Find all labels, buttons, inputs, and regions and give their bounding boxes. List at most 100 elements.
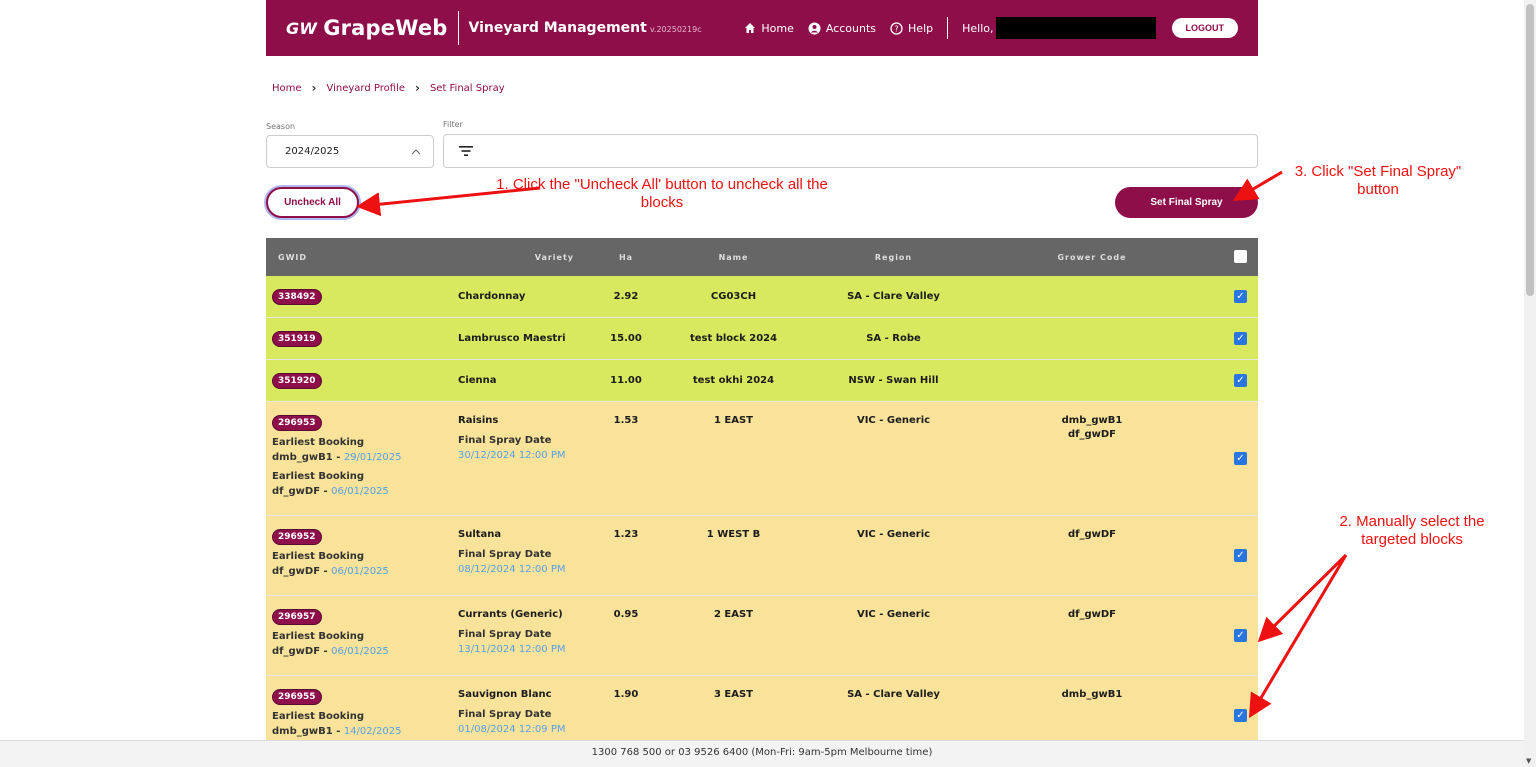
logo[interactable]: GW GrapeWeb: [286, 16, 448, 40]
row-checkbox[interactable]: ✓: [1234, 629, 1247, 642]
ha-cell: 1.90: [613, 689, 639, 700]
earliest-booking-label: Earliest Booking: [272, 437, 365, 448]
page: GW GrapeWeb Vineyard Management v.2025021…: [0, 0, 1536, 767]
name-cell: test block 2024: [689, 333, 778, 344]
row-checkbox[interactable]: ✓: [1234, 452, 1247, 465]
gwid-badge[interactable]: 338492: [272, 288, 322, 305]
account-icon: [808, 22, 821, 34]
nav-home-label: Home: [761, 21, 794, 35]
filter-input[interactable]: [443, 134, 1258, 168]
nav-home[interactable]: Home: [744, 21, 794, 35]
earliest-booking-label: Earliest Booking: [272, 711, 365, 722]
breadcrumb-vineyard-profile[interactable]: Vineyard Profile: [326, 83, 405, 94]
gwid-badge[interactable]: 296955: [272, 689, 322, 705]
variety-cell: Lambrusco Maestri: [458, 333, 566, 344]
arrow-to-checkbox-3east: [1248, 554, 1348, 719]
earliest-booking-value: df_gwDF - 06/01/2025: [272, 566, 389, 577]
name-cell: CG03CH: [710, 291, 757, 302]
set-final-spray-button[interactable]: Set Final Spray: [1115, 187, 1258, 218]
table-row[interactable]: 296953 Earliest Booking dmb_gwB1 - 29/01…: [266, 402, 1258, 516]
scroll-down-arrow-icon[interactable]: ▼: [1526, 757, 1531, 765]
col-header-gwid: GWID: [278, 252, 308, 262]
region-cell: SA - Clare Valley: [847, 291, 940, 302]
gwid-badge[interactable]: 296957: [272, 609, 322, 625]
nav-separator: [947, 17, 949, 39]
row-checkbox[interactable]: ✓: [1234, 290, 1247, 303]
row-checkbox[interactable]: ✓: [1234, 549, 1247, 562]
nav-accounts[interactable]: Accounts: [808, 22, 876, 35]
final-spray-date: 08/12/2024 12:00 PM: [458, 564, 566, 575]
breadcrumb-set-final-spray: Set Final Spray: [429, 82, 505, 94]
nav-help[interactable]: ? Help: [890, 22, 933, 35]
table-header: GWID Variety Ha Name Region Grower Code: [266, 238, 1258, 276]
header-divider: [457, 11, 459, 45]
ha-cell: 2.92: [613, 291, 639, 302]
table-row[interactable]: 296952 Earliest Booking df_gwDF - 06/01/…: [266, 516, 1258, 596]
logout-button[interactable]: LOGOUT: [1171, 18, 1238, 38]
logo-text: GrapeWeb: [323, 16, 448, 40]
filter-label: Filter: [443, 120, 463, 129]
earliest-booking-label: Earliest Booking: [272, 471, 365, 482]
row-checkbox[interactable]: ✓: [1234, 332, 1247, 345]
row-checkbox[interactable]: ✓: [1234, 374, 1247, 387]
col-header-region: Region: [874, 252, 913, 262]
name-cell: 1 EAST: [713, 415, 754, 426]
blocks-table: GWID Variety Ha Name Region Grower Code …: [266, 238, 1258, 756]
earliest-booking-value: dmb_gwB1 - 14/02/2025: [272, 726, 402, 737]
variety-cell: Sultana: [458, 529, 502, 540]
earliest-booking-value: dmb_gwB1 - 29/01/2025: [272, 452, 402, 463]
gwid-badge[interactable]: 296952: [272, 529, 322, 545]
page-scrollbar[interactable]: ▼: [1524, 0, 1536, 767]
top-nav: Home Accounts ? Help Hello, LOGOUT: [744, 17, 1238, 39]
table-row[interactable]: 338492 Chardonnay 2.92 CG03CH SA - Clare…: [266, 276, 1258, 318]
region-cell: SA - Clare Valley: [847, 689, 940, 700]
col-header-grower-code: Grower Code: [1057, 252, 1127, 262]
grower-code-cell: dmb_gwB1: [1061, 415, 1123, 426]
grower-code-cell: dmb_gwB1: [1061, 689, 1123, 700]
uncheck-all-button[interactable]: Uncheck All: [266, 187, 359, 218]
name-cell: 2 EAST: [713, 609, 754, 620]
annotation-step-2: 2. Manually select the targeted blocks: [1339, 513, 1485, 548]
region-cell: VIC - Generic: [856, 415, 931, 426]
app-title: Vineyard Management v.20250219c: [469, 20, 702, 36]
table-row[interactable]: 351919 Lambrusco Maestri 15.00 test bloc…: [266, 318, 1258, 360]
table-row[interactable]: 296957 Earliest Booking df_gwDF - 06/01/…: [266, 596, 1258, 676]
footer-contact: 1300 768 500 or 03 9526 6400 (Mon-Fri: 9…: [0, 740, 1524, 767]
earliest-booking-value: df_gwDF - 06/01/2025: [272, 646, 389, 657]
home-icon: [745, 23, 756, 33]
breadcrumb: Home › Vineyard Profile › Set Final Spra…: [272, 81, 505, 95]
select-all-checkbox[interactable]: [1234, 250, 1247, 263]
chevron-right-icon: ›: [311, 81, 317, 95]
region-cell: NSW - Swan Hill: [848, 375, 939, 386]
user-greeting: Hello,: [962, 17, 1156, 39]
gwid-badge[interactable]: 351920: [272, 372, 322, 389]
variety-cell: Sauvignon Blanc: [458, 689, 552, 700]
row-checkbox[interactable]: ✓: [1234, 709, 1247, 722]
final-spray-label: Final Spray Date: [458, 549, 552, 560]
gwid-badge[interactable]: 351919: [272, 330, 322, 347]
name-cell: 1 WEST B: [706, 529, 761, 540]
region-cell: VIC - Generic: [856, 529, 931, 540]
name-cell: 3 EAST: [713, 689, 754, 700]
nav-help-label: Help: [908, 21, 934, 35]
region-cell: VIC - Generic: [856, 609, 931, 620]
variety-cell: Cienna: [458, 375, 497, 386]
season-select[interactable]: 2024/2025: [266, 135, 434, 168]
name-cell: test okhi 2024: [692, 375, 775, 386]
season-label: Season: [266, 122, 296, 131]
col-header-ha: Ha: [618, 252, 634, 262]
scrollbar-thumb[interactable]: [1526, 4, 1534, 296]
final-spray-date: 01/08/2024 12:09 PM: [458, 724, 566, 735]
chevron-up-icon: [411, 148, 421, 154]
svg-text:?: ?: [894, 24, 898, 33]
logo-mark: GW: [286, 18, 318, 38]
gwid-badge[interactable]: 296953: [272, 415, 322, 431]
table-row[interactable]: 351920 Cienna 11.00 test okhi 2024 NSW -…: [266, 360, 1258, 402]
region-cell: SA - Robe: [866, 333, 921, 344]
app-version: v.20250219c: [649, 25, 702, 34]
nav-accounts-label: Accounts: [825, 21, 877, 35]
final-spray-label: Final Spray Date: [458, 709, 552, 720]
app-title-text: Vineyard Management: [468, 20, 647, 36]
ha-cell: 15.00: [610, 333, 642, 344]
breadcrumb-home[interactable]: Home: [272, 83, 302, 94]
